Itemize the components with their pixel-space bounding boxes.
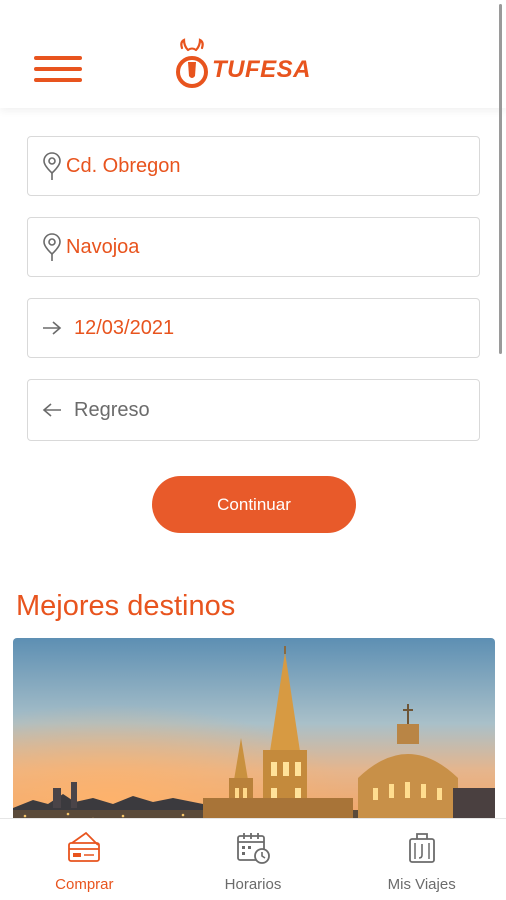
luggage-icon: [404, 831, 440, 870]
destination-card-image[interactable]: [13, 638, 495, 828]
return-date-placeholder: Regreso: [74, 398, 150, 421]
hamburger-menu-icon[interactable]: [34, 52, 82, 86]
nav-item-comprar[interactable]: Comprar: [0, 819, 169, 900]
arrow-right-icon: [38, 320, 66, 336]
origin-value: Cd. Obregon: [66, 154, 181, 177]
destination-value: Navojoa: [66, 235, 140, 258]
continue-button[interactable]: Continuar: [152, 476, 356, 533]
logo-wordmark: TUFESA: [212, 56, 311, 83]
map-pin-icon: [38, 151, 66, 181]
origin-field[interactable]: Cd. Obregon: [27, 136, 480, 196]
cathedral-skyline-image: [13, 638, 495, 828]
bull-logo-icon: [176, 38, 208, 88]
ticket-purchase-icon: [66, 831, 102, 870]
departure-date-value: 12/03/2021: [74, 316, 175, 339]
calendar-clock-icon: [235, 831, 271, 870]
departure-date-field[interactable]: 12/03/2021: [27, 298, 480, 358]
tufesa-logo: TUFESA: [176, 36, 311, 92]
bottom-navigation: Comprar Horarios Mis Viajes: [0, 818, 506, 900]
nav-label-mis-viajes: Mis Viajes: [387, 876, 456, 893]
nav-item-mis-viajes[interactable]: Mis Viajes: [337, 819, 506, 900]
scrollbar[interactable]: [499, 4, 502, 354]
best-destinations-title: Mejores destinos: [16, 590, 236, 622]
nav-item-horarios[interactable]: Horarios: [169, 819, 338, 900]
destination-field[interactable]: Navojoa: [27, 217, 480, 277]
map-pin-icon: [38, 232, 66, 262]
nav-label-horarios: Horarios: [224, 876, 282, 893]
arrow-left-icon: [38, 402, 66, 418]
app-header: TUFESA: [0, 0, 506, 108]
return-date-field[interactable]: Regreso: [27, 379, 480, 441]
nav-label-comprar: Comprar: [55, 876, 114, 893]
